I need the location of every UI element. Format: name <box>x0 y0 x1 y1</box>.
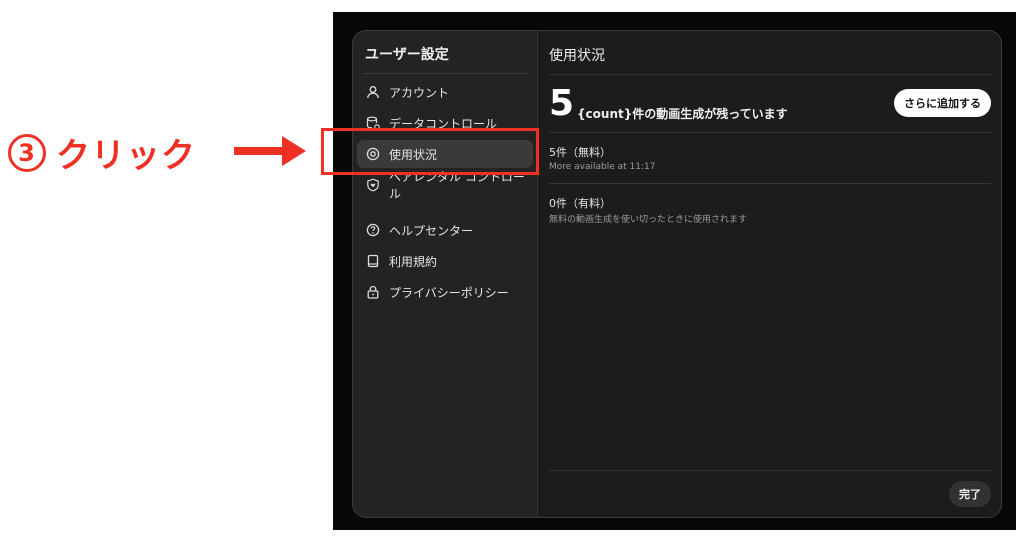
add-more-button[interactable]: さらに追加する <box>894 89 991 117</box>
done-button[interactable]: 完了 <box>949 481 991 507</box>
sidebar-divider <box>363 73 527 74</box>
divider <box>549 132 991 133</box>
sidebar-item-help-center[interactable]: ヘルプセンター <box>357 216 533 244</box>
sidebar-item-label: ヘルプセンター <box>389 223 474 238</box>
remaining-text: {count}件の動画生成が残っています <box>577 107 788 121</box>
sidebar-item-label: アカウント <box>389 85 450 100</box>
divider <box>549 183 991 184</box>
sidebar-item-account[interactable]: アカウント <box>357 78 533 106</box>
sidebar-item-label: 利用規約 <box>389 254 438 269</box>
sidebar-item-label: プライバシーポリシー <box>389 285 509 300</box>
footer-divider <box>549 470 991 471</box>
step-number-badge: 3 <box>8 133 46 172</box>
paid-quota-subtitle: 無料の動画生成を使い切ったときに使用されます <box>549 215 748 225</box>
divider <box>549 74 991 75</box>
sidebar-item-privacy-policy[interactable]: プライバシーポリシー <box>357 278 533 306</box>
step-label: クリック <box>56 136 196 176</box>
lock-icon <box>366 285 380 299</box>
free-quota-title: 5件（無料） <box>549 146 611 159</box>
user-settings-dialog: ユーザー設定 アカウント データコントロール 使用状況 ペアレンタル コントロー <box>352 30 1002 518</box>
settings-sidebar: ユーザー設定 アカウント データコントロール 使用状況 ペアレンタル コントロー <box>353 31 538 517</box>
step-annotation: 3 クリック <box>8 128 196 177</box>
sidebar-item-terms[interactable]: 利用規約 <box>357 247 533 275</box>
usage-panel: 使用状況 5 {count}件の動画生成が残っています さらに追加する 5件（無… <box>538 31 1001 517</box>
arrow-right-icon <box>234 136 306 166</box>
click-highlight-box <box>321 128 539 175</box>
sidebar-item-parental-controls[interactable]: ペアレンタル コントロール <box>357 170 533 201</box>
shield-heart-icon <box>366 178 380 192</box>
paid-quota-title: 0件（有料） <box>549 197 611 210</box>
person-icon <box>366 85 380 99</box>
page-title: 使用状況 <box>549 48 605 64</box>
help-circle-icon <box>366 223 380 237</box>
book-icon <box>366 254 380 268</box>
sidebar-title: ユーザー設定 <box>365 47 449 63</box>
remaining-count: 5 <box>549 83 575 124</box>
free-quota-subtitle: More available at 11:17 <box>549 162 656 172</box>
